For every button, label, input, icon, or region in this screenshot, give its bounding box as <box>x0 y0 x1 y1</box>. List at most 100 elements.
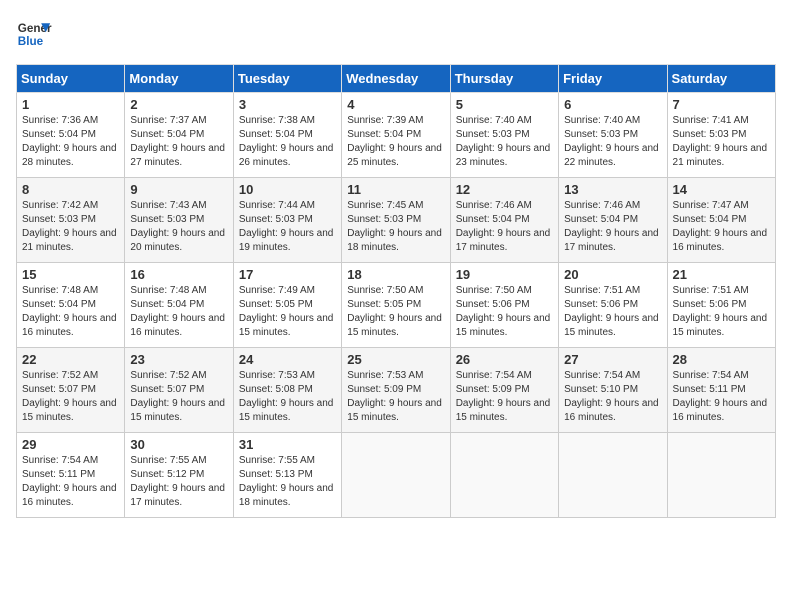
day-number: 10 <box>239 182 336 197</box>
day-info: Sunrise: 7:54 AMSunset: 5:11 PMDaylight:… <box>22 455 117 508</box>
day-number: 26 <box>456 352 553 367</box>
calendar-day-cell: 28 Sunrise: 7:54 AMSunset: 5:11 PMDaylig… <box>667 348 775 433</box>
calendar-header-cell: Wednesday <box>342 65 450 93</box>
day-number: 25 <box>347 352 444 367</box>
calendar-header-cell: Sunday <box>17 65 125 93</box>
calendar-day-cell: 3 Sunrise: 7:38 AMSunset: 5:04 PMDayligh… <box>233 93 341 178</box>
calendar-week-row: 8 Sunrise: 7:42 AMSunset: 5:03 PMDayligh… <box>17 178 776 263</box>
page-header: General Blue <box>16 16 776 52</box>
day-number: 15 <box>22 267 119 282</box>
day-number: 11 <box>347 182 444 197</box>
calendar-day-cell: 20 Sunrise: 7:51 AMSunset: 5:06 PMDaylig… <box>559 263 667 348</box>
day-number: 13 <box>564 182 661 197</box>
calendar-day-cell: 13 Sunrise: 7:46 AMSunset: 5:04 PMDaylig… <box>559 178 667 263</box>
calendar-header-cell: Thursday <box>450 65 558 93</box>
day-info: Sunrise: 7:51 AMSunset: 5:06 PMDaylight:… <box>564 285 659 338</box>
calendar-day-cell: 25 Sunrise: 7:53 AMSunset: 5:09 PMDaylig… <box>342 348 450 433</box>
calendar-day-cell: 23 Sunrise: 7:52 AMSunset: 5:07 PMDaylig… <box>125 348 233 433</box>
day-number: 17 <box>239 267 336 282</box>
calendar-header-row: SundayMondayTuesdayWednesdayThursdayFrid… <box>17 65 776 93</box>
calendar-day-cell: 24 Sunrise: 7:53 AMSunset: 5:08 PMDaylig… <box>233 348 341 433</box>
calendar-day-cell: 6 Sunrise: 7:40 AMSunset: 5:03 PMDayligh… <box>559 93 667 178</box>
calendar-day-cell: 2 Sunrise: 7:37 AMSunset: 5:04 PMDayligh… <box>125 93 233 178</box>
day-number: 1 <box>22 97 119 112</box>
day-info: Sunrise: 7:53 AMSunset: 5:09 PMDaylight:… <box>347 370 442 423</box>
day-info: Sunrise: 7:48 AMSunset: 5:04 PMDaylight:… <box>130 285 225 338</box>
day-number: 3 <box>239 97 336 112</box>
calendar-day-cell: 1 Sunrise: 7:36 AMSunset: 5:04 PMDayligh… <box>17 93 125 178</box>
day-info: Sunrise: 7:42 AMSunset: 5:03 PMDaylight:… <box>22 200 117 253</box>
day-info: Sunrise: 7:51 AMSunset: 5:06 PMDaylight:… <box>673 285 768 338</box>
day-number: 12 <box>456 182 553 197</box>
calendar-day-cell: 16 Sunrise: 7:48 AMSunset: 5:04 PMDaylig… <box>125 263 233 348</box>
day-info: Sunrise: 7:55 AMSunset: 5:13 PMDaylight:… <box>239 455 334 508</box>
day-info: Sunrise: 7:39 AMSunset: 5:04 PMDaylight:… <box>347 115 442 168</box>
day-info: Sunrise: 7:47 AMSunset: 5:04 PMDaylight:… <box>673 200 768 253</box>
calendar-day-cell: 30 Sunrise: 7:55 AMSunset: 5:12 PMDaylig… <box>125 433 233 518</box>
day-number: 16 <box>130 267 227 282</box>
calendar-day-cell: 27 Sunrise: 7:54 AMSunset: 5:10 PMDaylig… <box>559 348 667 433</box>
day-info: Sunrise: 7:37 AMSunset: 5:04 PMDaylight:… <box>130 115 225 168</box>
calendar-body: 1 Sunrise: 7:36 AMSunset: 5:04 PMDayligh… <box>17 93 776 518</box>
calendar-day-cell: 11 Sunrise: 7:45 AMSunset: 5:03 PMDaylig… <box>342 178 450 263</box>
day-number: 27 <box>564 352 661 367</box>
calendar-day-cell <box>342 433 450 518</box>
calendar-day-cell: 17 Sunrise: 7:49 AMSunset: 5:05 PMDaylig… <box>233 263 341 348</box>
day-info: Sunrise: 7:46 AMSunset: 5:04 PMDaylight:… <box>564 200 659 253</box>
calendar-day-cell: 9 Sunrise: 7:43 AMSunset: 5:03 PMDayligh… <box>125 178 233 263</box>
day-number: 30 <box>130 437 227 452</box>
day-number: 28 <box>673 352 770 367</box>
svg-text:Blue: Blue <box>18 35 44 48</box>
day-number: 31 <box>239 437 336 452</box>
calendar-day-cell: 29 Sunrise: 7:54 AMSunset: 5:11 PMDaylig… <box>17 433 125 518</box>
day-info: Sunrise: 7:38 AMSunset: 5:04 PMDaylight:… <box>239 115 334 168</box>
calendar-day-cell: 21 Sunrise: 7:51 AMSunset: 5:06 PMDaylig… <box>667 263 775 348</box>
calendar-day-cell: 8 Sunrise: 7:42 AMSunset: 5:03 PMDayligh… <box>17 178 125 263</box>
day-info: Sunrise: 7:44 AMSunset: 5:03 PMDaylight:… <box>239 200 334 253</box>
day-info: Sunrise: 7:52 AMSunset: 5:07 PMDaylight:… <box>22 370 117 423</box>
calendar-header-cell: Tuesday <box>233 65 341 93</box>
day-info: Sunrise: 7:54 AMSunset: 5:11 PMDaylight:… <box>673 370 768 423</box>
calendar-day-cell: 10 Sunrise: 7:44 AMSunset: 5:03 PMDaylig… <box>233 178 341 263</box>
day-info: Sunrise: 7:40 AMSunset: 5:03 PMDaylight:… <box>564 115 659 168</box>
logo: General Blue <box>16 16 52 52</box>
day-info: Sunrise: 7:53 AMSunset: 5:08 PMDaylight:… <box>239 370 334 423</box>
day-number: 21 <box>673 267 770 282</box>
day-number: 4 <box>347 97 444 112</box>
day-number: 6 <box>564 97 661 112</box>
day-info: Sunrise: 7:36 AMSunset: 5:04 PMDaylight:… <box>22 115 117 168</box>
calendar-day-cell: 22 Sunrise: 7:52 AMSunset: 5:07 PMDaylig… <box>17 348 125 433</box>
day-number: 9 <box>130 182 227 197</box>
calendar-day-cell: 7 Sunrise: 7:41 AMSunset: 5:03 PMDayligh… <box>667 93 775 178</box>
day-info: Sunrise: 7:54 AMSunset: 5:09 PMDaylight:… <box>456 370 551 423</box>
calendar-day-cell: 4 Sunrise: 7:39 AMSunset: 5:04 PMDayligh… <box>342 93 450 178</box>
day-number: 7 <box>673 97 770 112</box>
calendar-week-row: 1 Sunrise: 7:36 AMSunset: 5:04 PMDayligh… <box>17 93 776 178</box>
calendar: SundayMondayTuesdayWednesdayThursdayFrid… <box>16 64 776 518</box>
day-info: Sunrise: 7:50 AMSunset: 5:06 PMDaylight:… <box>456 285 551 338</box>
calendar-day-cell: 14 Sunrise: 7:47 AMSunset: 5:04 PMDaylig… <box>667 178 775 263</box>
day-info: Sunrise: 7:46 AMSunset: 5:04 PMDaylight:… <box>456 200 551 253</box>
logo-icon: General Blue <box>16 16 52 52</box>
calendar-day-cell: 12 Sunrise: 7:46 AMSunset: 5:04 PMDaylig… <box>450 178 558 263</box>
day-info: Sunrise: 7:55 AMSunset: 5:12 PMDaylight:… <box>130 455 225 508</box>
day-number: 8 <box>22 182 119 197</box>
day-number: 18 <box>347 267 444 282</box>
day-number: 20 <box>564 267 661 282</box>
calendar-day-cell <box>559 433 667 518</box>
calendar-week-row: 29 Sunrise: 7:54 AMSunset: 5:11 PMDaylig… <box>17 433 776 518</box>
day-number: 5 <box>456 97 553 112</box>
calendar-day-cell: 15 Sunrise: 7:48 AMSunset: 5:04 PMDaylig… <box>17 263 125 348</box>
day-number: 29 <box>22 437 119 452</box>
day-info: Sunrise: 7:54 AMSunset: 5:10 PMDaylight:… <box>564 370 659 423</box>
calendar-day-cell <box>667 433 775 518</box>
calendar-day-cell: 19 Sunrise: 7:50 AMSunset: 5:06 PMDaylig… <box>450 263 558 348</box>
day-number: 24 <box>239 352 336 367</box>
calendar-header-cell: Monday <box>125 65 233 93</box>
day-number: 19 <box>456 267 553 282</box>
day-info: Sunrise: 7:43 AMSunset: 5:03 PMDaylight:… <box>130 200 225 253</box>
calendar-week-row: 22 Sunrise: 7:52 AMSunset: 5:07 PMDaylig… <box>17 348 776 433</box>
day-info: Sunrise: 7:48 AMSunset: 5:04 PMDaylight:… <box>22 285 117 338</box>
day-number: 22 <box>22 352 119 367</box>
day-info: Sunrise: 7:40 AMSunset: 5:03 PMDaylight:… <box>456 115 551 168</box>
